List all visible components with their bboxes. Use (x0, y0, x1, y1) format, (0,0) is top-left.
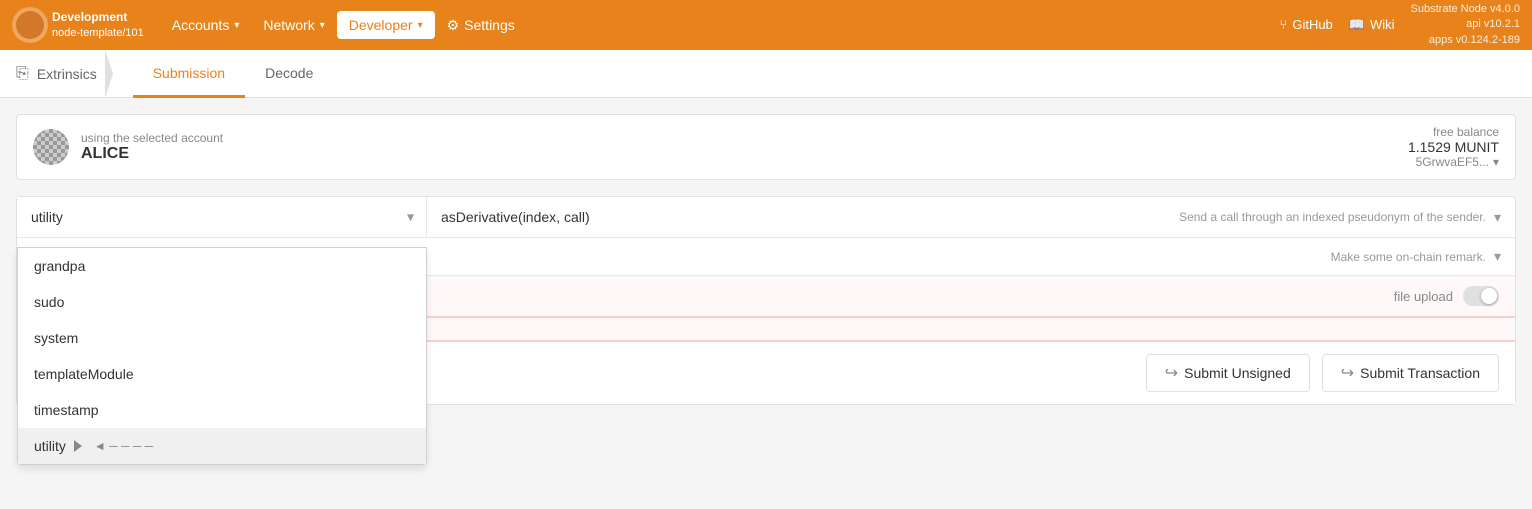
tab-decode[interactable]: Decode (245, 51, 333, 98)
submit-transaction-label: Submit Transaction (1360, 365, 1480, 381)
call-chevron-icon: ▾ (1494, 209, 1501, 226)
page-tabs: Submission Decode (133, 50, 334, 97)
version-info: Substrate Node v4.0.0 api v10.2.1 apps v… (1411, 2, 1520, 48)
selected-indicator: utility (34, 438, 66, 454)
submit-transaction-button[interactable]: ↪ Submit Transaction (1322, 354, 1499, 392)
node-info: Development node-template/101 (52, 10, 144, 40)
dropdown-item-templatemodule[interactable]: templateModule (18, 356, 426, 392)
balance-label: free balance (1408, 125, 1499, 139)
top-navigation: Development node-template/101 Accounts ▾… (0, 0, 1532, 50)
selected-arrow-icon (74, 440, 82, 452)
settings-nav-item[interactable]: ⚙ Settings (435, 11, 527, 40)
module-dropdown: grandpa sudo system templateModule times… (17, 247, 427, 465)
developer-nav-item[interactable]: Developer ▾ (337, 11, 435, 39)
account-label: using the selected account (81, 131, 1408, 145)
balance-address: 5GrwvaEF5... ▾ (1408, 155, 1499, 169)
github-link[interactable]: ⑂ GitHub (1280, 17, 1333, 32)
github-icon: ⑂ (1280, 17, 1288, 32)
dropdown-scroll: grandpa sudo system templateModule times… (18, 248, 426, 464)
submit-transaction-icon: ↪ (1341, 363, 1354, 383)
main-content: using the selected account ALICE free ba… (0, 98, 1532, 421)
dropdown-item-grandpa[interactable]: grandpa (18, 248, 426, 284)
account-balance: free balance 1.1529 MUNIT 5GrwvaEF5... ▾ (1408, 125, 1499, 169)
module-select-wrapper: utility ▾ (17, 197, 427, 237)
tab-submission[interactable]: Submission (133, 51, 245, 98)
selected-hint: ◄ ─ ─ ─ ─ (94, 439, 153, 453)
call-select[interactable]: asDerivative(index, call) (441, 209, 1179, 225)
dropdown-item-system[interactable]: system (18, 320, 426, 356)
breadcrumb: ⎘ Extrinsics (16, 65, 113, 83)
toggle-knob (1481, 288, 1497, 304)
dropdown-item-utility[interactable]: utility ◄ ─ ─ ─ ─ (18, 428, 426, 464)
submit-unsigned-icon: ↪ (1165, 363, 1178, 383)
account-info: using the selected account ALICE (81, 131, 1408, 163)
module-select[interactable]: utility (17, 197, 426, 237)
submit-unsigned-label: Submit Unsigned (1184, 365, 1291, 381)
file-upload-label: file upload (1394, 289, 1453, 304)
inner-call-desc-chevron-icon: ▾ (1494, 248, 1501, 265)
wiki-link[interactable]: 📖 Wiki (1349, 17, 1395, 33)
network-nav-item[interactable]: Network ▾ (251, 11, 336, 39)
app-logo (12, 7, 48, 43)
account-avatar (33, 129, 69, 165)
network-chevron-icon: ▾ (320, 20, 325, 31)
wiki-icon: 📖 (1349, 17, 1365, 33)
nav-right-section: ⑂ GitHub 📖 Wiki Substrate Node v4.0.0 ap… (1280, 2, 1520, 48)
inner-call-desc: Make some on-chain remark. (1331, 250, 1486, 264)
node-name: Development (52, 10, 144, 26)
call-select-wrapper: asDerivative(index, call) Send a call th… (427, 209, 1515, 226)
balance-value: 1.1529 MUNIT (1408, 139, 1499, 155)
extrinsic-form: utility ▾ asDerivative(index, call) Send… (16, 196, 1516, 405)
account-bar: using the selected account ALICE free ba… (16, 114, 1516, 180)
call-description: Send a call through an indexed pseudonym… (1179, 210, 1486, 224)
submit-unsigned-button[interactable]: ↪ Submit Unsigned (1146, 354, 1310, 392)
accounts-chevron-icon: ▾ (234, 20, 239, 31)
accounts-nav-item[interactable]: Accounts ▾ (160, 11, 252, 39)
extrinsics-icon: ⎘ (16, 65, 29, 83)
module-call-row: utility ▾ asDerivative(index, call) Send… (17, 197, 1515, 238)
developer-chevron-icon: ▾ (418, 20, 423, 31)
dropdown-item-sudo[interactable]: sudo (18, 284, 426, 320)
account-name: ALICE (81, 145, 1408, 163)
dropdown-item-timestamp[interactable]: timestamp (18, 392, 426, 428)
file-upload-toggle[interactable] (1463, 286, 1499, 306)
node-path: node-template/101 (52, 26, 144, 40)
address-chevron-icon: ▾ (1493, 155, 1499, 169)
page-header: ⎘ Extrinsics Submission Decode (0, 50, 1532, 98)
